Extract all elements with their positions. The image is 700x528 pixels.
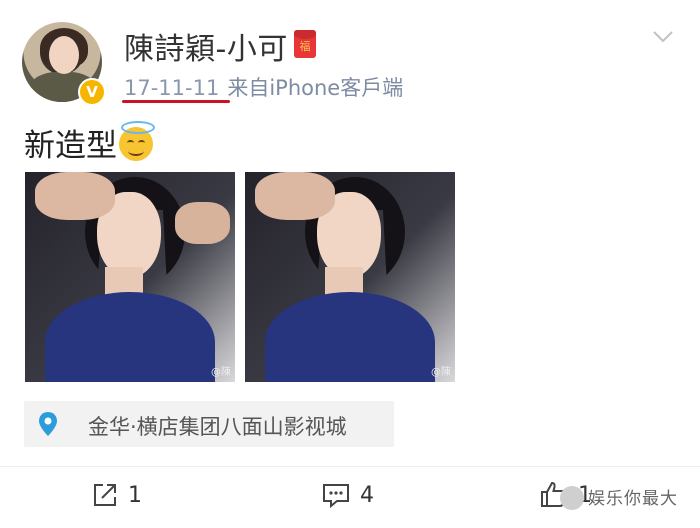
post-source: 来自iPhone客戶端 — [227, 76, 404, 100]
red-envelope-icon[interactable]: 福 — [294, 30, 316, 58]
post-text: 新造型 — [24, 120, 155, 165]
post-photo-2[interactable]: @陳 — [245, 172, 455, 382]
share-count: 1 — [128, 483, 142, 508]
comment-count: 4 — [360, 483, 374, 508]
date-underline-mark — [122, 100, 230, 103]
comment-button[interactable]: 4 — [322, 480, 374, 512]
post-photo-1[interactable]: @陳 — [25, 172, 235, 382]
post-text-content: 新造型 — [24, 128, 117, 164]
location-pin-icon — [39, 412, 57, 436]
action-divider — [0, 466, 700, 467]
verified-badge-icon: V — [78, 78, 106, 106]
watermark: 娱乐你最大 — [560, 484, 678, 510]
share-button[interactable]: 1 — [92, 480, 142, 512]
watermark-text: 娱乐你最大 — [588, 489, 678, 509]
location-text: 金华·横店集团八面山影视城 — [88, 415, 347, 439]
comment-icon — [323, 484, 349, 509]
chevron-down-icon[interactable] — [652, 30, 674, 44]
username[interactable]: 陳詩穎-小可 — [124, 24, 288, 68]
photo-watermark: @陳 — [431, 367, 451, 378]
avatar-face — [49, 36, 79, 74]
post-meta: 17-11-11 来自iPhone客戶端 — [124, 72, 403, 102]
share-icon — [94, 484, 116, 506]
red-envelope-label: 福 — [299, 40, 311, 53]
location-tag[interactable]: 金华·横店集团八面山影视城 — [24, 401, 394, 447]
post-date: 17-11-11 — [124, 76, 220, 100]
halo-smile-emoji-icon — [119, 121, 155, 161]
wechat-icon — [560, 486, 584, 510]
photo-watermark: @陳 — [211, 367, 231, 378]
